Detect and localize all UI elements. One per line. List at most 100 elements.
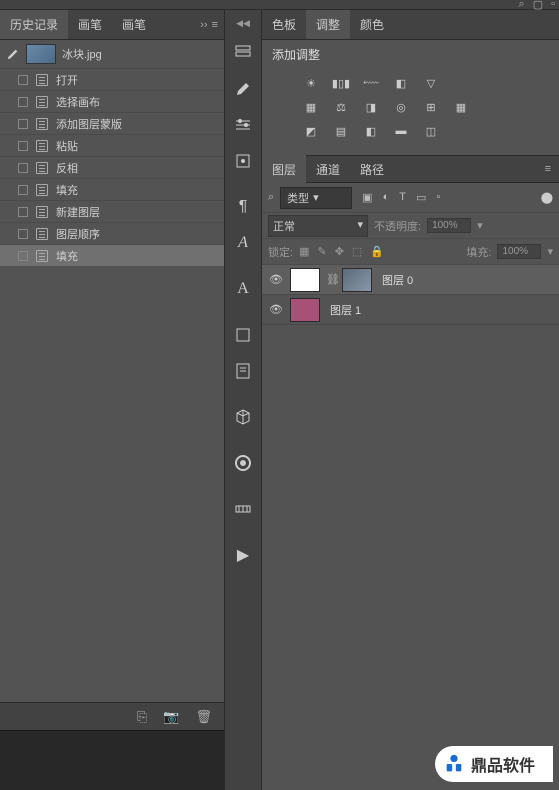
character-styles-icon[interactable]: A bbox=[227, 273, 259, 305]
fill-label: 填充: bbox=[466, 244, 491, 260]
state-checkbox[interactable] bbox=[18, 229, 28, 239]
history-item[interactable]: 反相 bbox=[0, 156, 224, 178]
libraries-icon[interactable] bbox=[227, 447, 259, 479]
invert-icon[interactable]: ◩ bbox=[302, 123, 320, 139]
opacity-dropdown-icon[interactable]: ▾ bbox=[477, 219, 483, 232]
trash-icon[interactable]: 🗑 bbox=[195, 709, 212, 725]
curves-icon[interactable]: ⬳ bbox=[362, 75, 380, 91]
camera-icon[interactable]: 📷 bbox=[163, 709, 179, 725]
gradient-map-icon[interactable]: ▬ bbox=[392, 123, 410, 139]
screen-icon[interactable]: ▢ bbox=[533, 0, 543, 11]
tab-brush-preset[interactable]: 画笔 bbox=[68, 10, 112, 39]
filter-pixel-icon[interactable]: ▣ bbox=[362, 191, 372, 204]
history-item[interactable]: 填充 bbox=[0, 244, 224, 266]
collapse-icon[interactable]: ◀◀ bbox=[236, 18, 250, 29]
state-checkbox[interactable] bbox=[18, 141, 28, 151]
visibility-icon[interactable]: 👁 bbox=[262, 273, 290, 286]
collapsed-panels: ◀◀ ¶ A A ▶ bbox=[224, 10, 262, 790]
layer-thumbnail[interactable] bbox=[290, 298, 320, 322]
tab-color[interactable]: 颜色 bbox=[350, 10, 394, 39]
measurement-icon[interactable] bbox=[227, 493, 259, 525]
tab-paths[interactable]: 路径 bbox=[350, 155, 394, 184]
link-icon[interactable]: ⛓ bbox=[326, 273, 340, 286]
layer-thumbnail[interactable] bbox=[290, 268, 320, 292]
history-item[interactable]: 填充 bbox=[0, 178, 224, 200]
bw-icon[interactable]: ◨ bbox=[362, 99, 380, 115]
history-item[interactable]: 添加图层蒙版 bbox=[0, 112, 224, 134]
tab-layers[interactable]: 图层 bbox=[262, 155, 306, 184]
state-checkbox[interactable] bbox=[18, 185, 28, 195]
photo-filter-icon[interactable]: ◎ bbox=[392, 99, 410, 115]
visibility-icon[interactable]: 👁 bbox=[262, 303, 290, 316]
filter-type-select[interactable]: 类型▾ bbox=[280, 187, 352, 209]
lock-all-icon[interactable]: 🔒 bbox=[370, 245, 384, 258]
brightness-icon[interactable]: ☀ bbox=[302, 75, 320, 91]
state-checkbox[interactable] bbox=[18, 119, 28, 129]
hue-icon[interactable]: ▦ bbox=[302, 99, 320, 115]
tab-brush[interactable]: 画笔 bbox=[112, 10, 156, 39]
watermark: 鼎品软件 bbox=[435, 746, 553, 782]
tab-adjustments[interactable]: 调整 bbox=[306, 10, 350, 39]
opacity-input[interactable]: 100% bbox=[427, 218, 471, 233]
history-item[interactable]: 新建图层 bbox=[0, 200, 224, 222]
panel-menu-icon[interactable]: ≡ bbox=[212, 19, 218, 31]
layer-row[interactable]: 👁 图层 1 bbox=[262, 295, 559, 325]
lock-transparency-icon[interactable]: ▦ bbox=[299, 245, 309, 258]
layer-name[interactable]: 图层 1 bbox=[330, 302, 361, 318]
search-icon[interactable]: ⌕ bbox=[519, 0, 525, 11]
timeline-icon[interactable]: ▶ bbox=[227, 539, 259, 571]
threshold-icon[interactable]: ◧ bbox=[362, 123, 380, 139]
blend-mode-select[interactable]: 正常▾ bbox=[268, 215, 368, 237]
fill-input[interactable]: 100% bbox=[497, 244, 541, 259]
posterize-icon[interactable]: ▤ bbox=[332, 123, 350, 139]
history-label: 添加图层蒙版 bbox=[56, 116, 122, 132]
state-checkbox[interactable] bbox=[18, 97, 28, 107]
exposure-icon[interactable]: ◧ bbox=[392, 75, 410, 91]
color-balance-icon[interactable]: ⚖ bbox=[332, 99, 350, 115]
character-icon[interactable]: A bbox=[227, 227, 259, 259]
paragraph-icon[interactable]: ¶ bbox=[227, 191, 259, 223]
channel-mixer-icon[interactable]: ⊞ bbox=[422, 99, 440, 115]
state-checkbox[interactable] bbox=[18, 207, 28, 217]
3d-icon[interactable] bbox=[227, 401, 259, 433]
vibrance-icon[interactable]: ▽ bbox=[422, 75, 440, 91]
layer-name[interactable]: 图层 0 bbox=[382, 272, 413, 288]
levels-icon[interactable]: ▮▯▮ bbox=[332, 75, 350, 91]
brush-settings-icon[interactable] bbox=[227, 73, 259, 105]
state-checkbox[interactable] bbox=[18, 75, 28, 85]
lock-position-icon[interactable]: ✥ bbox=[335, 245, 344, 258]
history-item[interactable]: 粘贴 bbox=[0, 134, 224, 156]
properties-icon[interactable] bbox=[227, 145, 259, 177]
filter-toggle-icon[interactable]: ⬤ bbox=[541, 191, 553, 204]
history-snapshot[interactable]: 冰块.jpg bbox=[0, 40, 224, 68]
fill-dropdown-icon[interactable]: ▾ bbox=[547, 245, 553, 258]
color-lookup-icon[interactable]: ▦ bbox=[452, 99, 470, 115]
search-icon[interactable]: ⌕ bbox=[268, 191, 274, 204]
new-document-icon[interactable]: ⎘ bbox=[137, 709, 147, 725]
canvas-edge bbox=[0, 730, 224, 790]
arrange-icon[interactable]: ▫ bbox=[551, 0, 555, 11]
history-item[interactable]: 图层顺序 bbox=[0, 222, 224, 244]
lock-pixels-icon[interactable]: ✎ bbox=[317, 245, 326, 258]
lock-artboard-icon[interactable]: ⬚ bbox=[352, 245, 362, 258]
sliders-icon[interactable] bbox=[227, 109, 259, 141]
layer-row[interactable]: 👁 ⛓ 图层 0 bbox=[262, 265, 559, 295]
tab-channels[interactable]: 通道 bbox=[306, 155, 350, 184]
history-item[interactable]: 选择画布 bbox=[0, 90, 224, 112]
tab-swatches[interactable]: 色板 bbox=[262, 10, 306, 39]
filter-type-icon[interactable]: T bbox=[399, 191, 406, 204]
layer-comps-icon[interactable] bbox=[227, 319, 259, 351]
expand-icon[interactable]: ›› bbox=[200, 19, 207, 31]
filter-shape-icon[interactable]: ▭ bbox=[416, 191, 426, 204]
notes-icon[interactable] bbox=[227, 355, 259, 387]
mask-thumbnail[interactable] bbox=[342, 268, 372, 292]
filter-adjust-icon[interactable]: ◐ bbox=[383, 191, 390, 204]
selective-color-icon[interactable]: ◫ bbox=[422, 123, 440, 139]
state-checkbox[interactable] bbox=[18, 163, 28, 173]
history-item[interactable]: 打开 bbox=[0, 68, 224, 90]
tab-history[interactable]: 历史记录 bbox=[0, 10, 68, 39]
panel-menu-icon[interactable]: ≡ bbox=[545, 163, 559, 175]
state-checkbox[interactable] bbox=[18, 251, 28, 261]
filter-smart-icon[interactable]: ▫ bbox=[436, 191, 440, 204]
actions-icon[interactable] bbox=[227, 37, 259, 69]
